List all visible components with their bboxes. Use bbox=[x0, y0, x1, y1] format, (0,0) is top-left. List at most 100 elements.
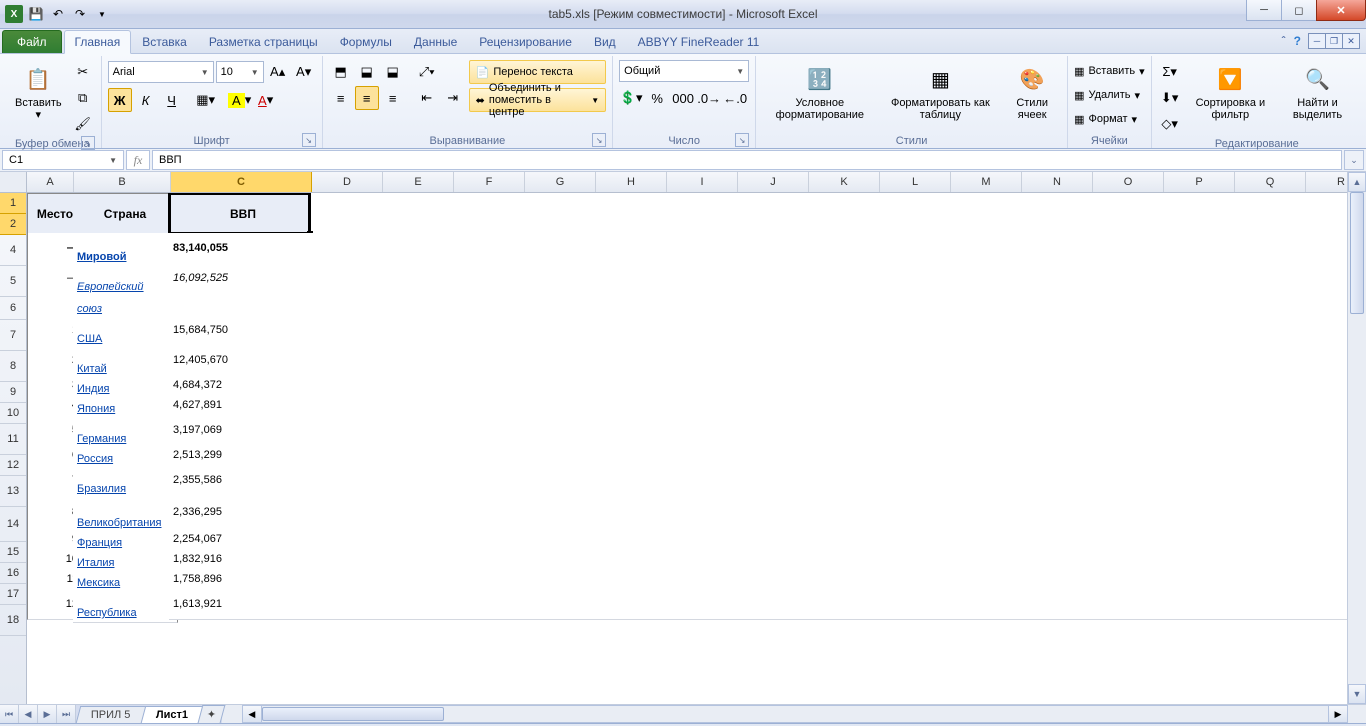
tab-home[interactable]: Главная bbox=[64, 30, 132, 54]
delete-cells-button[interactable]: ▦ Удалить ▾ bbox=[1074, 84, 1145, 106]
sort-filter-button[interactable]: 🔽Сортировка и фильтр bbox=[1186, 60, 1275, 124]
cell[interactable] bbox=[589, 529, 668, 550]
cell[interactable] bbox=[1009, 209, 1088, 234]
decrease-indent-button[interactable]: ⇤ bbox=[415, 86, 439, 110]
cell[interactable] bbox=[589, 193, 668, 210]
cell[interactable] bbox=[1009, 549, 1088, 570]
cell[interactable] bbox=[309, 569, 388, 590]
increase-decimal-button[interactable]: .0→ bbox=[697, 86, 721, 110]
cell[interactable] bbox=[1079, 263, 1158, 294]
cell[interactable] bbox=[799, 345, 878, 376]
scroll-right-button[interactable]: ▶ bbox=[1328, 705, 1348, 723]
workbook-minimize-button[interactable]: ─ bbox=[1308, 33, 1326, 49]
cell[interactable] bbox=[729, 375, 808, 396]
cell[interactable] bbox=[1149, 465, 1228, 496]
cell[interactable] bbox=[1079, 315, 1158, 346]
cell[interactable] bbox=[309, 315, 388, 346]
qat-redo-icon[interactable]: ↷ bbox=[70, 4, 90, 24]
copy-button[interactable]: ⧉ bbox=[71, 86, 95, 110]
scroll-up-button[interactable]: ▲ bbox=[1348, 172, 1366, 192]
formula-input[interactable]: ВВП bbox=[152, 150, 1342, 170]
cell[interactable] bbox=[449, 293, 528, 316]
percent-button[interactable]: % bbox=[645, 86, 669, 110]
tab-view[interactable]: Вид bbox=[583, 30, 627, 53]
cell[interactable] bbox=[379, 549, 458, 570]
cell[interactable] bbox=[309, 529, 388, 550]
col-header-D[interactable]: D bbox=[312, 172, 383, 192]
bold-button[interactable]: Ж bbox=[108, 88, 132, 112]
cell[interactable] bbox=[1009, 529, 1088, 550]
cell[interactable] bbox=[939, 495, 1018, 530]
cell[interactable] bbox=[869, 193, 948, 210]
cell[interactable] bbox=[729, 395, 808, 416]
row-header-18[interactable]: 18 bbox=[0, 605, 26, 636]
increase-indent-button[interactable]: ⇥ bbox=[441, 86, 465, 110]
cell[interactable] bbox=[939, 345, 1018, 376]
cell[interactable] bbox=[379, 589, 458, 620]
decrease-font-button[interactable]: A▾ bbox=[292, 60, 316, 84]
border-button[interactable]: ▦▾ bbox=[194, 88, 218, 112]
cell[interactable] bbox=[1079, 233, 1158, 264]
cell[interactable] bbox=[309, 293, 388, 316]
cell-B4[interactable]: Мировой bbox=[73, 233, 178, 267]
fill-color-button[interactable]: A▾ bbox=[228, 88, 252, 112]
cell[interactable] bbox=[449, 345, 528, 376]
cell[interactable] bbox=[379, 345, 458, 376]
cell[interactable] bbox=[729, 209, 808, 234]
cell[interactable] bbox=[869, 345, 948, 376]
cell[interactable] bbox=[659, 529, 738, 550]
cell[interactable] bbox=[1079, 569, 1158, 590]
cell[interactable] bbox=[1219, 395, 1298, 416]
cell[interactable] bbox=[1009, 465, 1088, 496]
row-header-9[interactable]: 9 bbox=[0, 382, 26, 403]
cell[interactable] bbox=[589, 465, 668, 496]
row-header-10[interactable]: 10 bbox=[0, 403, 26, 424]
cell[interactable] bbox=[799, 395, 878, 416]
cell[interactable] bbox=[309, 209, 388, 234]
cell[interactable] bbox=[449, 395, 528, 416]
cell[interactable] bbox=[939, 209, 1018, 234]
cell[interactable] bbox=[589, 293, 668, 316]
cell[interactable] bbox=[1009, 315, 1088, 346]
col-header-Q[interactable]: Q bbox=[1235, 172, 1306, 192]
cell-header-gdp[interactable]: ВВП bbox=[169, 193, 318, 235]
cell[interactable] bbox=[869, 495, 948, 530]
format-as-table-button[interactable]: ▦Форматировать как таблицу bbox=[882, 60, 1000, 124]
cell[interactable] bbox=[449, 589, 528, 620]
cell-C14[interactable]: 2,336,295 bbox=[169, 495, 318, 530]
cell[interactable] bbox=[589, 345, 668, 376]
cell[interactable] bbox=[1009, 395, 1088, 416]
cell[interactable] bbox=[379, 293, 458, 316]
formula-expand-button[interactable]: ⌄ bbox=[1344, 150, 1364, 170]
italic-button[interactable]: К bbox=[134, 88, 158, 112]
cell[interactable] bbox=[729, 549, 808, 570]
cell[interactable] bbox=[729, 193, 808, 210]
cell[interactable] bbox=[659, 345, 738, 376]
increase-font-button[interactable]: A▴ bbox=[266, 60, 290, 84]
cell[interactable] bbox=[449, 193, 528, 210]
cell[interactable] bbox=[1009, 495, 1088, 530]
cell[interactable] bbox=[309, 345, 388, 376]
fill-button[interactable]: ⬇▾ bbox=[1158, 86, 1182, 110]
cell[interactable] bbox=[449, 569, 528, 590]
cell[interactable] bbox=[379, 569, 458, 590]
cell[interactable] bbox=[519, 209, 598, 234]
format-cells-button[interactable]: ▦ Формат ▾ bbox=[1074, 108, 1145, 130]
sheet-nav-prev[interactable]: ◀ bbox=[19, 705, 38, 723]
cell[interactable] bbox=[519, 293, 598, 316]
cell-C15[interactable]: 2,254,067 bbox=[169, 529, 318, 550]
cell[interactable] bbox=[869, 529, 948, 550]
cell[interactable] bbox=[1079, 293, 1158, 316]
cell[interactable] bbox=[869, 569, 948, 590]
cell[interactable] bbox=[659, 589, 738, 620]
cell[interactable] bbox=[1149, 209, 1228, 234]
cell[interactable] bbox=[869, 209, 948, 234]
cell[interactable] bbox=[1219, 209, 1298, 234]
cell[interactable] bbox=[379, 495, 458, 530]
cell[interactable] bbox=[379, 415, 458, 446]
cell[interactable] bbox=[1079, 529, 1158, 550]
cell[interactable] bbox=[939, 445, 1018, 466]
cell[interactable] bbox=[729, 345, 808, 376]
cell[interactable] bbox=[659, 549, 738, 570]
cell-C13[interactable]: 2,355,586 bbox=[169, 465, 318, 496]
